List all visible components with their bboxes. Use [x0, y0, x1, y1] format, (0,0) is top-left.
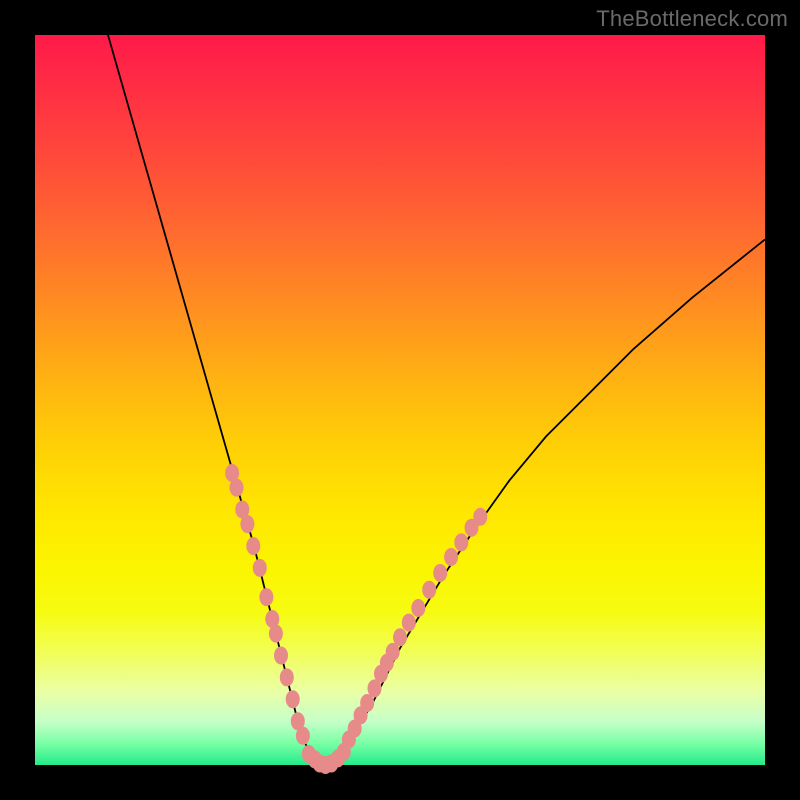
marker-dot: [230, 479, 244, 497]
curve-layer: [35, 35, 765, 765]
marker-dot: [473, 508, 487, 526]
marker-dot: [393, 628, 407, 646]
chart-frame: TheBottleneck.com: [0, 0, 800, 800]
marker-dot: [411, 599, 425, 617]
marker-dot: [246, 537, 260, 555]
marker-dot: [444, 548, 458, 566]
marker-dot: [274, 647, 288, 665]
marker-dot: [240, 515, 254, 533]
marker-dot: [433, 564, 447, 582]
marker-dot: [286, 690, 300, 708]
marker-dot: [280, 668, 294, 686]
marker-dot: [454, 533, 468, 551]
bottleneck-curve: [108, 35, 765, 765]
marker-dot: [402, 614, 416, 632]
plot-area: [35, 35, 765, 765]
marker-dot: [269, 625, 283, 643]
watermark-text: TheBottleneck.com: [596, 6, 788, 32]
marker-dot: [253, 559, 267, 577]
marker-dots: [225, 464, 487, 774]
marker-dot: [422, 581, 436, 599]
marker-dot: [296, 727, 310, 745]
marker-dot: [259, 588, 273, 606]
